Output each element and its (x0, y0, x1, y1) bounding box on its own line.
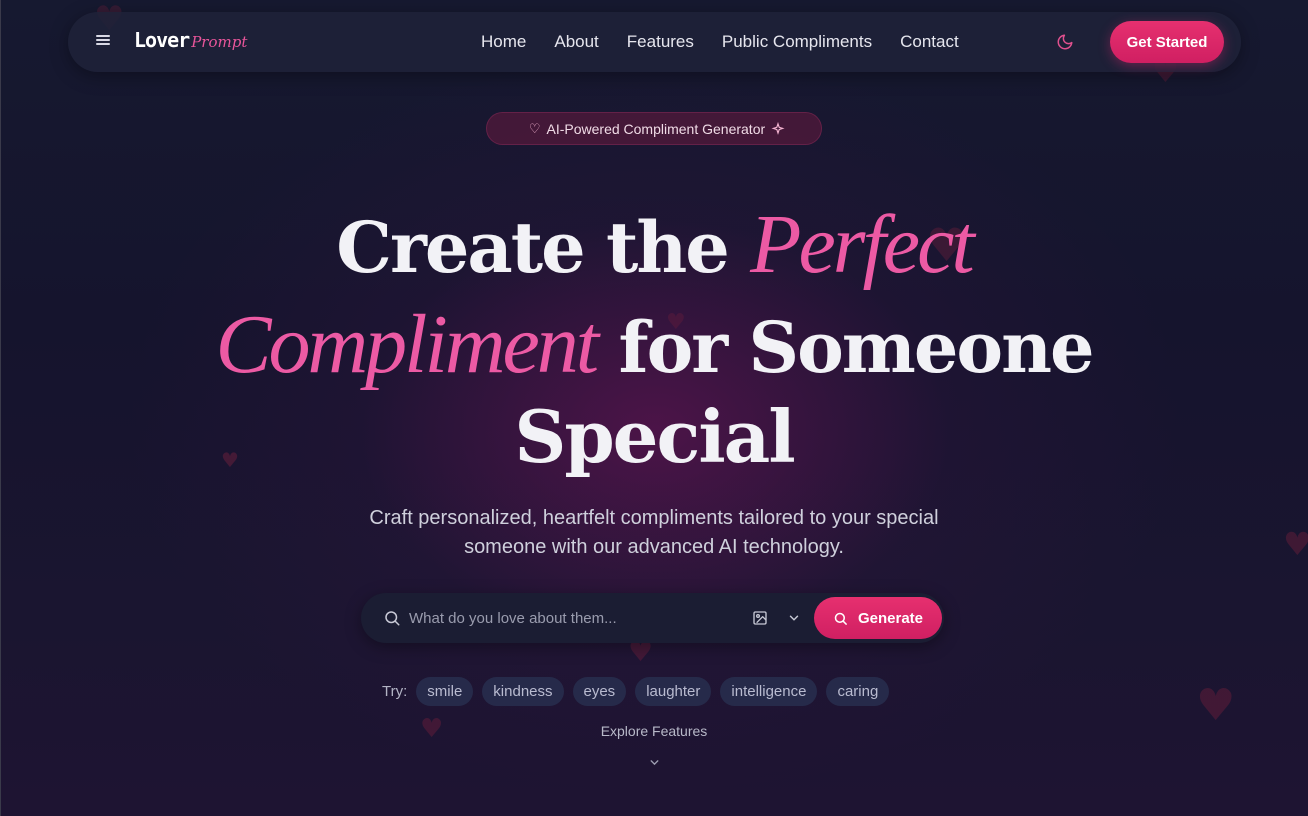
heart-icon: ♡ (528, 120, 541, 136)
headline-script-1: Perfect (750, 198, 975, 291)
moon-icon[interactable] (1056, 33, 1074, 51)
chip-kindness[interactable]: kindness (482, 676, 564, 706)
nav-links: Home About Features Public Compliments C… (481, 12, 987, 72)
image-icon[interactable] (752, 610, 768, 626)
explore-features-link[interactable]: Explore Features (0, 723, 1308, 739)
chip-smile[interactable]: smile (416, 676, 474, 706)
search-icon (834, 612, 847, 625)
chip-intelligence[interactable]: intelligence (720, 676, 818, 706)
logo-main-text: Lover (134, 28, 190, 52)
try-label: Try: (382, 682, 408, 700)
badge-label: AI-Powered Compliment Generator (546, 120, 766, 137)
headline-plain-1: Create the (336, 206, 729, 289)
search-icon (385, 611, 400, 626)
logo-script-text: Prompt (191, 33, 248, 51)
hero-subtitle-line-2: someone with our advanced AI technology. (464, 536, 844, 558)
headline-plain-3: Special (514, 394, 795, 479)
menu-icon[interactable] (96, 33, 110, 47)
headline-plain-2: for Someone (618, 306, 1095, 389)
nav-link-home[interactable]: Home (481, 32, 526, 52)
headline-line-2: Compliment for Someone (0, 296, 1308, 393)
search-input[interactable] (409, 601, 739, 635)
suggestion-chips: Try: smile kindness eyes laughter intell… (382, 676, 898, 706)
generate-button[interactable]: Generate (814, 597, 942, 639)
chip-eyes[interactable]: eyes (572, 676, 627, 706)
chevron-down-icon[interactable] (787, 611, 801, 625)
generate-label: Generate (857, 609, 924, 627)
compliment-search-bar: Generate (361, 593, 944, 643)
hero-subtitle-line-1: Craft personalized, heartfelt compliment… (369, 507, 939, 529)
background-heart-icon: ♥ (1196, 680, 1236, 731)
chip-caring[interactable]: caring (826, 676, 890, 706)
headline-line-3: Special (0, 394, 1308, 479)
headline-script-2: Compliment (215, 298, 599, 391)
chip-laughter[interactable]: laughter (635, 676, 712, 706)
top-navbar: Lover Prompt Home About Features Public … (68, 12, 1241, 72)
ai-badge: ♡ AI-Powered Compliment Generator (486, 112, 822, 145)
sparkle-icon (771, 121, 785, 135)
nav-link-about[interactable]: About (554, 32, 598, 52)
nav-link-public-compliments[interactable]: Public Compliments (722, 32, 872, 52)
headline-line-1: Create the Perfect (0, 196, 1308, 293)
site-logo[interactable]: Lover Prompt (134, 28, 247, 56)
nav-link-features[interactable]: Features (627, 32, 694, 52)
get-started-button[interactable]: Get Started (1110, 21, 1224, 63)
nav-link-contact[interactable]: Contact (900, 32, 959, 52)
chevron-down-icon[interactable] (648, 756, 661, 769)
